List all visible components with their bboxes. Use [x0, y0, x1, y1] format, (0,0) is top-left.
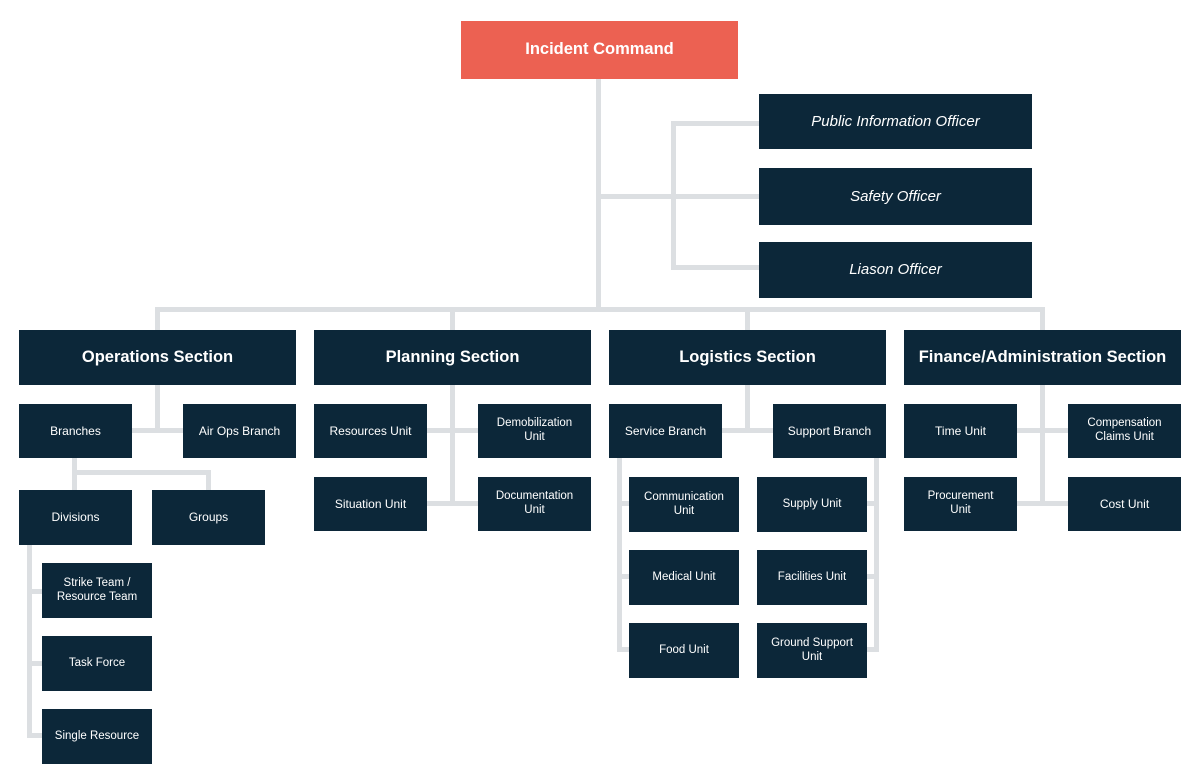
node-label: Single Resource	[54, 729, 140, 742]
node-label: Ground Support Unit	[771, 636, 853, 663]
node-operations-section[interactable]: Operations Section	[19, 330, 296, 385]
node-cost-unit[interactable]: Cost Unit	[1068, 477, 1181, 531]
node-label: Liason Officer	[849, 261, 942, 278]
node-label: Documentation Unit	[495, 490, 574, 516]
node-incident-command[interactable]: Incident Command	[461, 21, 738, 79]
node-label: Finance/Administration Section	[918, 347, 1167, 366]
node-communication-unit[interactable]: Communication Unit	[629, 477, 739, 532]
connector-planning-row1	[425, 428, 480, 433]
node-label: Planning Section	[385, 347, 520, 366]
node-medical-unit[interactable]: Medical Unit	[629, 550, 739, 605]
connector-drop-planning	[450, 307, 455, 331]
node-branches[interactable]: Branches	[19, 404, 132, 458]
node-label: Service Branch	[624, 423, 707, 438]
node-support-branch[interactable]: Support Branch	[773, 404, 886, 458]
node-label: Compensation Claims Unit	[1087, 417, 1162, 443]
node-time-unit[interactable]: Time Unit	[904, 404, 1017, 458]
node-label: Time Unit	[935, 423, 986, 438]
node-label: Divisions	[51, 510, 100, 525]
connector-section-bus	[155, 307, 1045, 312]
node-safety-officer[interactable]: Safety Officer	[759, 168, 1032, 225]
node-documentation-unit[interactable]: Documentation Unit	[478, 477, 591, 531]
connector-ops-airops-arm	[155, 428, 185, 433]
node-facilities-unit[interactable]: Facilities Unit	[757, 550, 867, 605]
node-label: Medical Unit	[652, 570, 716, 583]
node-single-resource[interactable]: Single Resource	[42, 709, 152, 764]
node-air-ops-branch[interactable]: Air Ops Branch	[183, 404, 296, 458]
connector-branches-bus	[72, 470, 211, 475]
connector-staff-safety	[671, 194, 761, 199]
node-label: Communication Unit	[644, 490, 724, 517]
node-label: Air Ops Branch	[198, 423, 281, 438]
connector-service-branch-spine	[617, 457, 622, 650]
node-food-unit[interactable]: Food Unit	[629, 623, 739, 678]
connector-drop-operations	[155, 307, 160, 331]
node-label: Demobilization Unit	[496, 417, 573, 443]
node-liason-officer[interactable]: Liason Officer	[759, 242, 1032, 298]
connector-logistics-stem	[745, 384, 750, 433]
node-label: Facilities Unit	[777, 570, 847, 583]
node-demobilization-unit[interactable]: Demobilization Unit	[478, 404, 591, 458]
connector-finance-row1	[1015, 428, 1071, 433]
node-label: Incident Command	[525, 40, 674, 59]
connector-planning-spine	[450, 384, 455, 506]
node-public-information-officer[interactable]: Public Information Officer	[759, 94, 1032, 149]
node-label: Branches	[50, 423, 101, 438]
node-service-branch[interactable]: Service Branch	[609, 404, 722, 458]
node-strike-team-resource-team[interactable]: Strike Team / Resource Team	[42, 563, 152, 618]
node-situation-unit[interactable]: Situation Unit	[314, 477, 427, 531]
connector-staff-liason	[671, 265, 761, 270]
node-label: Strike Team / Resource Team	[56, 576, 138, 603]
node-label: Supply Unit	[782, 497, 842, 510]
connector-support-branch-spine	[874, 457, 879, 650]
node-label: Logistics Section	[679, 347, 816, 366]
node-compensation-claims-unit[interactable]: Compensation Claims Unit	[1068, 404, 1181, 458]
node-label: Task Force	[68, 656, 126, 669]
connector-divisions-drop	[72, 470, 77, 490]
connector-drop-finance	[1040, 307, 1045, 331]
node-label: Situation Unit	[334, 496, 407, 511]
connector-finance-spine	[1040, 384, 1045, 506]
connector-divisions-spine	[27, 544, 32, 736]
connector-finance-row2	[1015, 501, 1071, 506]
connector-staff-pio	[671, 121, 761, 126]
connector-staff-stub	[596, 194, 676, 199]
node-label: Cost Unit	[1099, 496, 1150, 511]
connector-drop-logistics	[745, 307, 750, 331]
node-planning-section[interactable]: Planning Section	[314, 330, 591, 385]
node-label: Safety Officer	[850, 187, 941, 205]
node-resources-unit[interactable]: Resources Unit	[314, 404, 427, 458]
connector-logistics-support-arm	[745, 428, 775, 433]
node-label: Support Branch	[787, 423, 872, 438]
org-chart: Incident Command Public Information Offi…	[0, 0, 1200, 780]
node-label: Operations Section	[81, 347, 234, 366]
node-label: Public Information Officer	[811, 112, 980, 130]
node-ground-support-unit[interactable]: Ground Support Unit	[757, 623, 867, 678]
node-divisions[interactable]: Divisions	[19, 490, 132, 545]
node-logistics-section[interactable]: Logistics Section	[609, 330, 886, 385]
connector-ops-stem	[155, 384, 160, 433]
node-task-force[interactable]: Task Force	[42, 636, 152, 691]
node-supply-unit[interactable]: Supply Unit	[757, 477, 867, 532]
connector-planning-row2	[425, 501, 480, 506]
node-groups[interactable]: Groups	[152, 490, 265, 545]
node-label: Groups	[188, 510, 229, 525]
node-label: Food Unit	[659, 643, 709, 656]
node-finance-administration-section[interactable]: Finance/Administration Section	[904, 330, 1181, 385]
node-label: Resources Unit	[329, 423, 412, 438]
connector-groups-drop	[206, 470, 211, 490]
node-procurement-unit[interactable]: Procurement Unit	[904, 477, 1017, 531]
node-label: Procurement Unit	[927, 490, 994, 516]
